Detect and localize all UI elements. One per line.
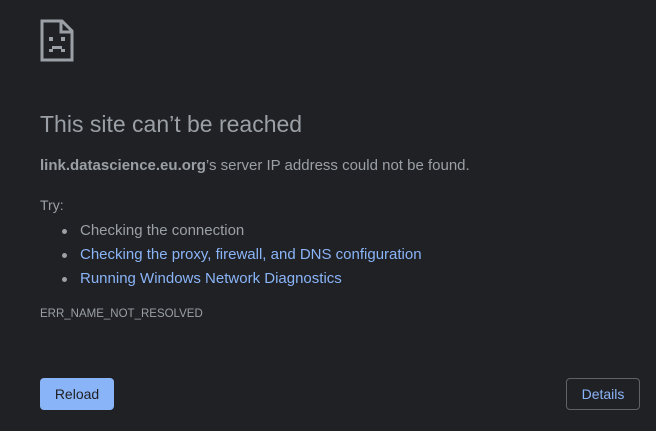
suggestion-check-connection: Checking the connection bbox=[62, 219, 422, 243]
sad-page-icon bbox=[40, 19, 74, 62]
error-message-suffix: ’s server IP address could not be found. bbox=[205, 157, 470, 174]
suggestion-network-diagnostics-link[interactable]: Running Windows Network Diagnostics bbox=[62, 267, 422, 291]
suggestion-list: Checking the connection Checking the pro… bbox=[62, 219, 422, 291]
host-name: link.datascience.eu.org bbox=[40, 157, 206, 174]
page-title: This site can’t be reached bbox=[40, 111, 303, 137]
error-page: This site can’t be reached link.datascie… bbox=[0, 0, 656, 431]
error-message: link.datascience.eu.org’s server IP addr… bbox=[40, 157, 470, 174]
reload-button[interactable]: Reload bbox=[40, 378, 114, 410]
suggestion-check-proxy-link[interactable]: Checking the proxy, firewall, and DNS co… bbox=[62, 243, 422, 267]
error-code: ERR_NAME_NOT_RESOLVED bbox=[40, 308, 203, 320]
try-label: Try: bbox=[40, 197, 64, 213]
details-button[interactable]: Details bbox=[566, 378, 640, 410]
